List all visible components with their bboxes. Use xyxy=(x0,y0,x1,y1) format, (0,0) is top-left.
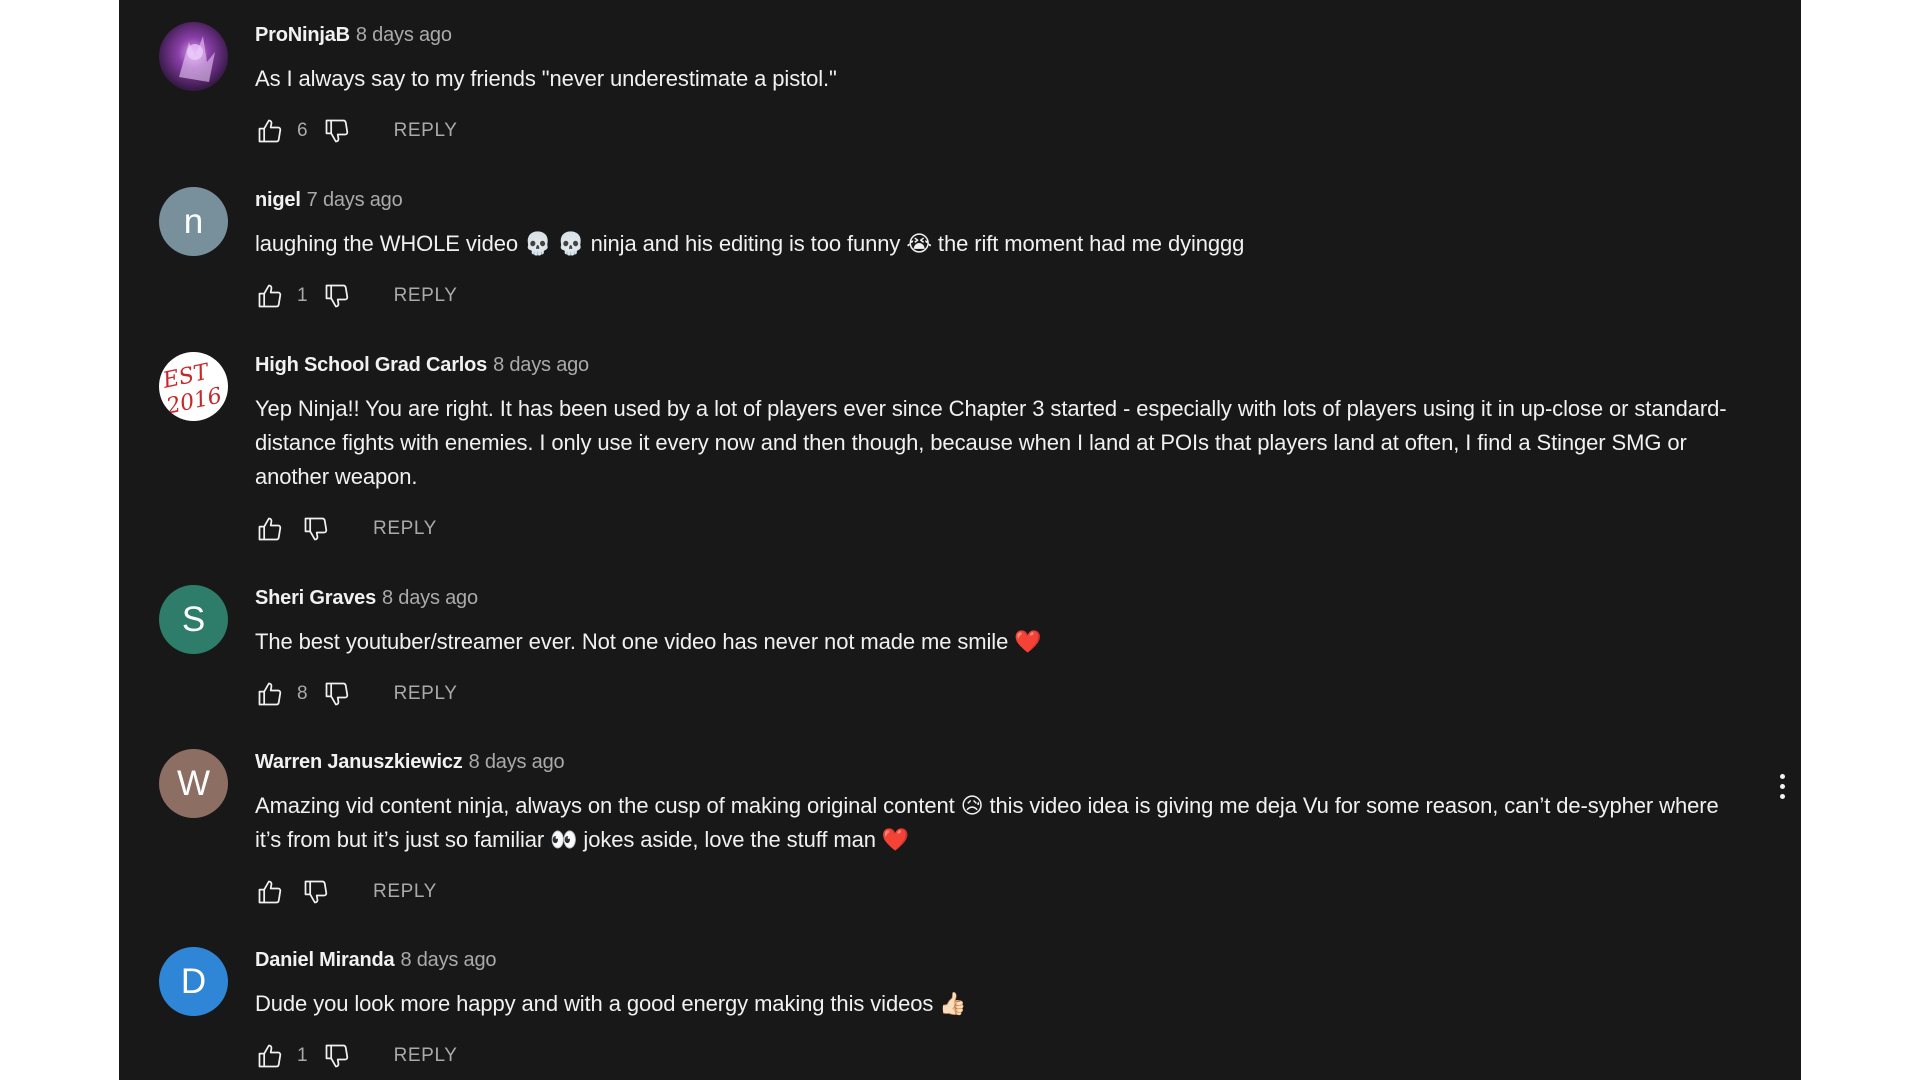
comment-timestamp[interactable]: 8 days ago xyxy=(493,354,589,376)
thumbs-up-icon[interactable] xyxy=(255,281,285,311)
thumbs-up-icon[interactable] xyxy=(255,877,285,907)
comment-actions: 8 REPLY xyxy=(255,679,457,709)
comment-header: Warren Januszkiewicz 8 days ago xyxy=(255,751,565,774)
thumbs-down-icon[interactable] xyxy=(322,116,352,146)
comment-timestamp[interactable]: 7 days ago xyxy=(307,189,403,211)
avatar[interactable]: n xyxy=(159,187,228,256)
comments-panel: ProNinjaB 8 days ago As I always say to m… xyxy=(119,0,1801,1080)
comment-actions: 6 REPLY xyxy=(255,116,457,146)
thumbs-down-icon[interactable] xyxy=(301,514,331,544)
comment-header: nigel 7 days ago xyxy=(255,189,403,212)
like-count: 1 xyxy=(297,1045,308,1066)
author-name[interactable]: nigel xyxy=(255,189,301,211)
avatar[interactable]: W xyxy=(159,749,228,818)
comment-text: Dude you look more happy and with a good… xyxy=(255,991,967,1016)
author-name[interactable]: Sheri Graves xyxy=(255,587,376,609)
thumbs-down-icon[interactable] xyxy=(322,679,352,709)
avatar[interactable] xyxy=(159,22,228,91)
avatar[interactable]: EST 2016 xyxy=(159,352,228,421)
comment-text: The best youtuber/streamer ever. Not one… xyxy=(255,629,1042,654)
comment-actions: REPLY xyxy=(255,514,437,544)
comment-actions: REPLY xyxy=(255,877,437,907)
thumbs-down-icon[interactable] xyxy=(322,1041,352,1071)
thumbs-up-icon[interactable] xyxy=(255,1041,285,1071)
reply-button[interactable]: REPLY xyxy=(373,881,437,903)
like-count: 8 xyxy=(297,683,308,704)
comment-timestamp[interactable]: 8 days ago xyxy=(382,587,478,609)
more-vertical-icon[interactable] xyxy=(1772,766,1792,806)
avatar[interactable]: S xyxy=(159,585,228,654)
reply-button[interactable]: REPLY xyxy=(394,285,458,307)
thumbs-down-icon[interactable] xyxy=(301,877,331,907)
avatar-image xyxy=(179,36,215,82)
comment-header: High School Grad Carlos 8 days ago xyxy=(255,354,589,377)
thumbs-up-icon[interactable] xyxy=(255,679,285,709)
reply-button[interactable]: REPLY xyxy=(394,683,458,705)
avatar-letter: D xyxy=(180,962,207,1001)
comment-timestamp[interactable]: 8 days ago xyxy=(469,751,565,773)
comment-header: ProNinjaB 8 days ago xyxy=(255,24,452,47)
comment-text: As I always say to my friends "never und… xyxy=(255,66,837,91)
like-count: 6 xyxy=(297,120,308,141)
thumbs-up-icon[interactable] xyxy=(255,116,285,146)
reply-button[interactable]: REPLY xyxy=(394,120,458,142)
like-count: 1 xyxy=(297,285,308,306)
author-name[interactable]: High School Grad Carlos xyxy=(255,354,487,376)
avatar-letter: S xyxy=(181,600,206,639)
avatar-letter: n xyxy=(183,202,204,241)
avatar-image: EST 2016 xyxy=(160,359,224,420)
comment-text: Yep Ninja!! You are right. It has been u… xyxy=(255,396,1727,489)
comment-text: laughing the WHOLE video 💀 💀 ninja and h… xyxy=(255,231,1245,256)
avatar-letter: W xyxy=(176,764,211,803)
author-name[interactable]: Daniel Miranda xyxy=(255,949,395,971)
author-name[interactable]: ProNinjaB xyxy=(255,24,350,46)
comment-actions: 1 REPLY xyxy=(255,281,457,311)
comment-text: Amazing vid content ninja, always on the… xyxy=(255,793,1719,852)
comment-header: Daniel Miranda 8 days ago xyxy=(255,949,497,972)
thumbs-down-icon[interactable] xyxy=(322,281,352,311)
author-name[interactable]: Warren Januszkiewicz xyxy=(255,751,463,773)
reply-button[interactable]: REPLY xyxy=(373,518,437,540)
comment-timestamp[interactable]: 8 days ago xyxy=(400,949,496,971)
reply-button[interactable]: REPLY xyxy=(394,1045,458,1067)
comment-timestamp[interactable]: 8 days ago xyxy=(356,24,452,46)
comment-header: Sheri Graves 8 days ago xyxy=(255,587,478,610)
avatar[interactable]: D xyxy=(159,947,228,1016)
comment-actions: 1 REPLY xyxy=(255,1041,457,1071)
thumbs-up-icon[interactable] xyxy=(255,514,285,544)
